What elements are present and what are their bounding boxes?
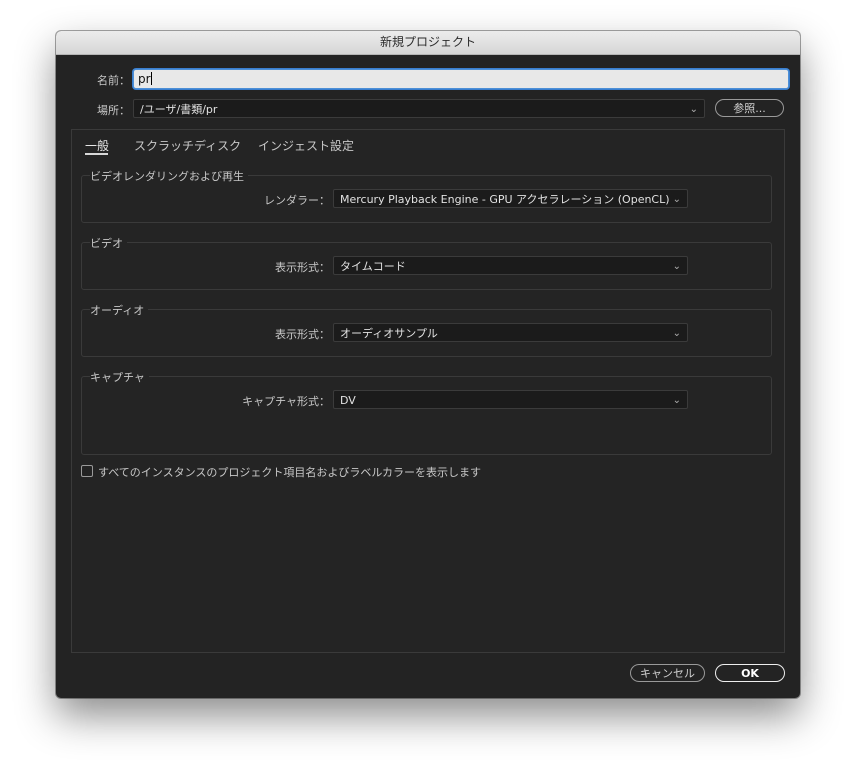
capture-format-value: DV [340,394,356,407]
ok-button[interactable]: OK [715,664,785,682]
video-format-label: 表示形式： [275,261,330,274]
project-name-value: pr [138,72,151,86]
tab-ingest-settings[interactable]: インジェスト設定 [258,137,354,154]
audio-format-value: オーディオサンプル [340,327,438,340]
active-tab-indicator [85,153,108,155]
renderer-label: レンダラー： [264,194,330,207]
chevron-down-icon: ⌄ [672,328,681,339]
renderer-select[interactable]: Mercury Playback Engine - GPU アクセラレーション … [333,189,688,208]
audio-title: オーディオ [90,302,149,318]
cancel-button[interactable]: キャンセル [630,664,705,682]
capture-format-label: キャプチャ形式： [242,395,330,408]
chevron-down-icon: ⌄ [672,194,681,205]
chevron-down-icon: ⌄ [672,395,681,406]
name-label: 名前： [97,74,130,87]
settings-panel: 一般 スクラッチディスク インジェスト設定 ビデオレンダリングおよび再生 レンダ… [71,129,785,653]
browse-button[interactable]: 参照... [715,99,784,117]
chevron-down-icon: ⌄ [672,261,681,272]
location-label: 場所： [97,104,130,117]
project-name-input[interactable]: pr [133,69,789,89]
dialog-title: 新規プロジェクト [56,31,800,55]
video-format-value: タイムコード [340,260,406,273]
tab-scratch-disks[interactable]: スクラッチディスク [134,137,241,154]
capture-format-select[interactable]: DV ⌄ [333,390,688,409]
location-select[interactable]: /ユーザ/書類/pr ⌄ [133,99,705,118]
audio-format-select[interactable]: オーディオサンプル ⌄ [333,323,688,342]
text-caret [150,72,152,85]
capture-title: キャプチャ [90,369,149,385]
video-title: ビデオ [90,235,127,251]
show-label-colors-checkbox[interactable] [81,465,93,477]
new-project-dialog: 新規プロジェクト 名前： pr 場所： /ユーザ/書類/pr ⌄ 参照... 一… [56,31,800,698]
video-rendering-title: ビデオレンダリングおよび再生 [90,168,248,184]
location-path: /ユーザ/書類/pr [140,103,218,116]
audio-format-label: 表示形式： [275,328,330,341]
renderer-value: Mercury Playback Engine - GPU アクセラレーション … [340,193,670,206]
show-label-colors-label: すべてのインスタンスのプロジェクト項目名およびラベルカラーを表示します [98,466,482,479]
chevron-down-icon: ⌄ [689,104,698,115]
capture-group [81,376,772,455]
tab-general[interactable]: 一般 [85,137,109,154]
video-format-select[interactable]: タイムコード ⌄ [333,256,688,275]
